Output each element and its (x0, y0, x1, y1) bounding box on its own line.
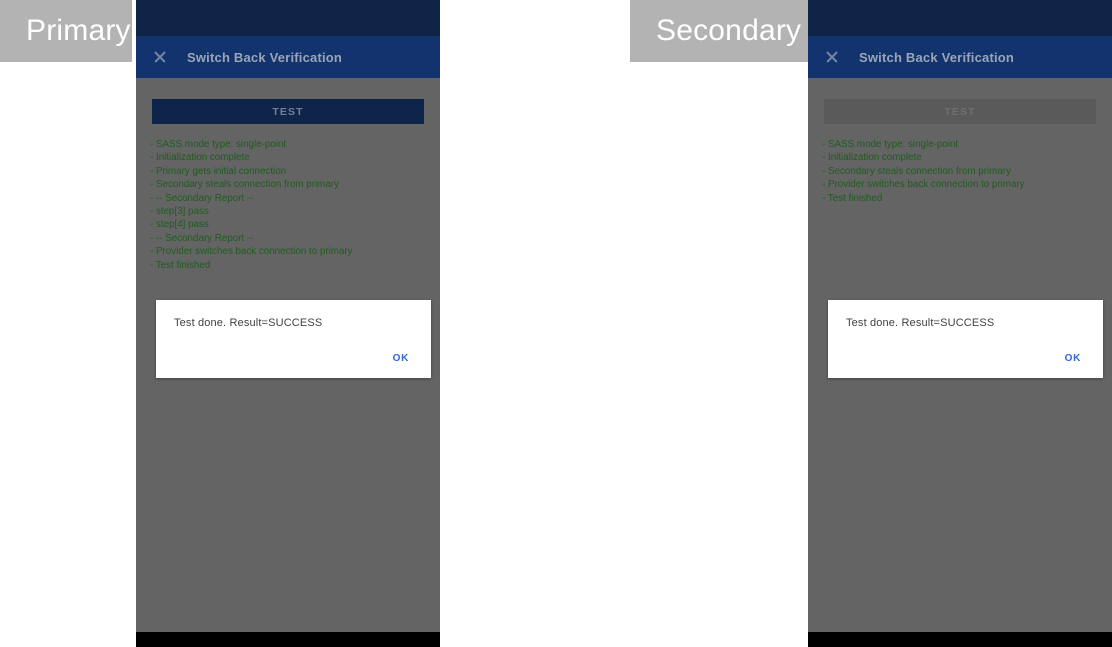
log-line: - Secondary steals connection from prima… (150, 179, 339, 191)
device-screen-primary: Switch Back Verification TEST - SASS mod… (136, 0, 440, 647)
log-output: - SASS mode type: single-point - Initial… (150, 138, 430, 272)
panel-caption-primary: Primary (0, 0, 132, 62)
log-output: - SASS mode type: single-point - Initial… (822, 138, 1102, 205)
log-line: - step[3] pass (150, 206, 209, 218)
caption-label: Primary (26, 14, 131, 47)
log-line: - Secondary steals connection from prima… (822, 165, 1011, 177)
content-area: TEST - SASS mode type: single-point - In… (136, 78, 440, 632)
log-line: - -- Secondary Report -- (150, 232, 254, 244)
log-line: - SASS mode type: single-point (150, 139, 287, 150)
test-button[interactable]: TEST (152, 99, 424, 124)
status-bar (136, 0, 440, 36)
dialog-message: Test done. Result=SUCCESS (846, 317, 995, 329)
log-line: - Initialization complete (150, 152, 250, 164)
log-line: - step[4] pass (150, 219, 209, 231)
log-line: - Provider switches back connection to p… (150, 246, 353, 258)
device-screen-secondary: Switch Back Verification TEST - SASS mod… (808, 0, 1112, 647)
dialog-message: Test done. Result=SUCCESS (174, 317, 323, 329)
result-dialog: Test done. Result=SUCCESS OK (156, 300, 431, 378)
close-icon[interactable] (153, 50, 167, 64)
log-line: - Primary gets initial connection (150, 165, 287, 177)
content-area: TEST - SASS mode type: single-point - In… (808, 78, 1112, 632)
app-bar-title: Switch Back Verification (187, 49, 343, 65)
navigation-bar (136, 632, 440, 647)
log-line: - Test finished (150, 259, 211, 271)
log-line: - Provider switches back connection to p… (822, 179, 1025, 191)
dialog-actions: OK (1057, 349, 1089, 368)
caption-label: Secondary (656, 14, 802, 47)
log-line: - Initialization complete (822, 152, 922, 164)
dialog-actions: OK (385, 349, 417, 368)
log-line: - -- Secondary Report -- (150, 192, 254, 204)
app-bar: Switch Back Verification (808, 36, 1112, 78)
status-bar (808, 0, 1112, 36)
navigation-bar (808, 632, 1112, 647)
close-icon[interactable] (825, 50, 839, 64)
dialog-ok-button[interactable]: OK (1057, 349, 1089, 368)
test-button[interactable]: TEST (824, 99, 1096, 124)
result-dialog: Test done. Result=SUCCESS OK (828, 300, 1103, 378)
dialog-ok-button[interactable]: OK (385, 349, 417, 368)
app-bar: Switch Back Verification (136, 36, 440, 78)
comparison-stage: Primary Switch Back Verification TEST - … (0, 0, 1112, 647)
app-bar-title: Switch Back Verification (859, 49, 1015, 65)
panel-caption-secondary: Secondary (630, 0, 808, 62)
log-line: - SASS mode type: single-point (822, 139, 959, 150)
log-line: - Test finished (822, 192, 883, 204)
